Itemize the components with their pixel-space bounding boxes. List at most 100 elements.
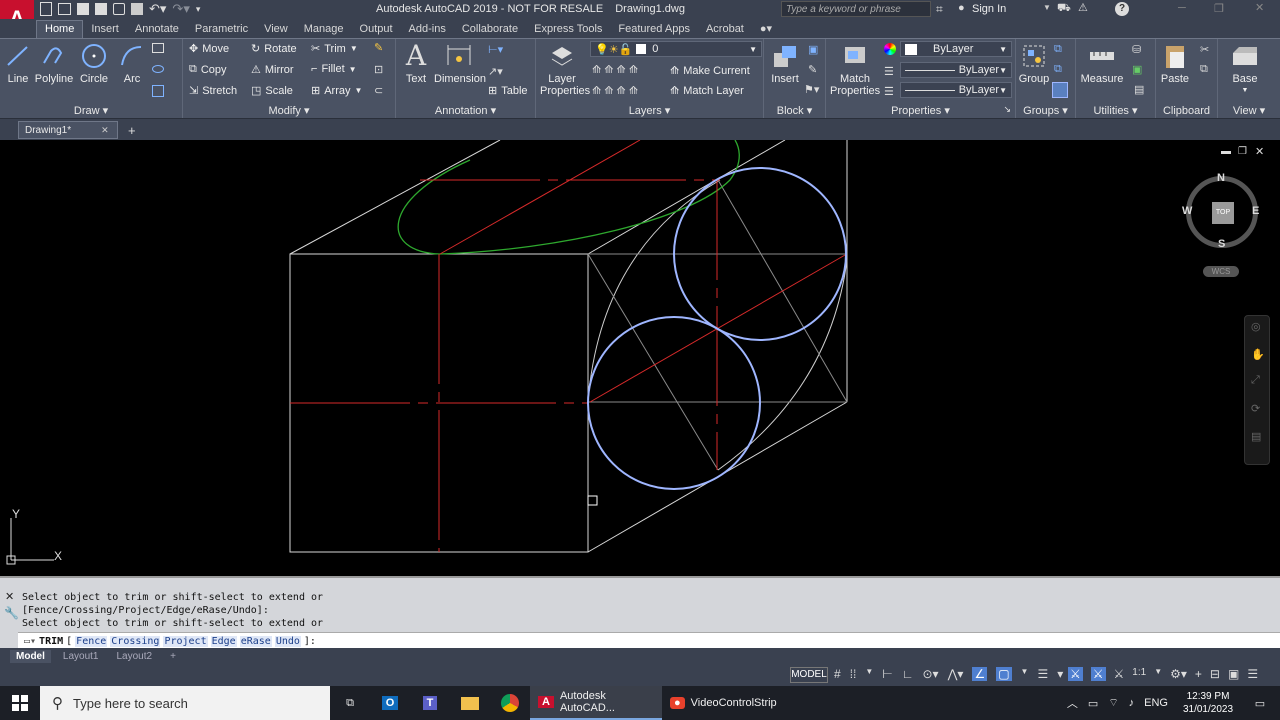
annotation-visibility-icon[interactable]: ⚔ bbox=[1068, 667, 1083, 681]
text-button[interactable]: A Text bbox=[402, 41, 430, 86]
teams-button[interactable]: T bbox=[410, 686, 450, 720]
option-undo[interactable]: Undo bbox=[274, 635, 301, 647]
properties-dialog-launcher-icon[interactable]: ↘ bbox=[1003, 104, 1011, 115]
array-dropdown-icon[interactable]: ▼ bbox=[355, 86, 363, 95]
polyline-button[interactable]: Polyline bbox=[34, 41, 74, 85]
web-icon[interactable] bbox=[113, 3, 125, 15]
draw-panel-title[interactable]: Draw ▾ bbox=[0, 104, 182, 117]
clean-screen-icon[interactable]: ☰ bbox=[1247, 667, 1258, 681]
object-snap-icon[interactable]: ▢ bbox=[996, 667, 1012, 681]
redo-icon[interactable]: ↷▾ bbox=[172, 2, 189, 16]
group-button[interactable]: Group bbox=[1018, 41, 1050, 85]
annotation-scale-dropdown-icon[interactable]: ▼ bbox=[1154, 667, 1162, 681]
user-icon[interactable]: ● bbox=[958, 2, 965, 14]
tab-collaborate[interactable]: Collaborate bbox=[454, 21, 526, 38]
option-fence[interactable]: Fence bbox=[75, 635, 108, 647]
drawing-canvas[interactable]: ▬ ❐ ✕ TOP N S W E WCS ◎ ✋ ⤢ ⟳ ▤ Y X bbox=[0, 140, 1280, 576]
zoom-extents-icon[interactable]: ⤢ bbox=[1251, 374, 1260, 387]
insert-button[interactable]: Insert bbox=[768, 41, 802, 85]
compass-south[interactable]: S bbox=[1218, 238, 1225, 250]
trim-dropdown-icon[interactable]: ▼ bbox=[350, 44, 358, 53]
infer-constraints-icon[interactable]: ⊢ bbox=[882, 667, 892, 681]
annotation-panel-title[interactable]: Annotation ▾ bbox=[396, 104, 535, 117]
sign-in-dropdown-icon[interactable]: ▼ bbox=[1043, 3, 1051, 12]
color-wheel-icon[interactable] bbox=[884, 43, 896, 55]
notifications-button[interactable]: ▭ bbox=[1240, 686, 1280, 720]
dimension-button[interactable]: Dimension bbox=[434, 41, 486, 85]
binoculars-icon[interactable]: ⌗ bbox=[936, 2, 943, 17]
arc-button[interactable]: Arc bbox=[118, 41, 146, 85]
taskbar-autocad[interactable]: A Autodesk AutoCAD... bbox=[530, 686, 662, 720]
leader-icon[interactable]: ↗▾ bbox=[488, 65, 503, 78]
file-explorer-button[interactable] bbox=[450, 686, 490, 720]
rectangle-icon[interactable] bbox=[152, 43, 164, 53]
move-button[interactable]: ✥ Move bbox=[189, 42, 229, 56]
tab-add-ins[interactable]: Add-ins bbox=[401, 21, 454, 38]
task-view-button[interactable]: ⧉ bbox=[330, 686, 370, 720]
restore-window-icon[interactable]: ❐ bbox=[1214, 2, 1224, 15]
layer-properties-button[interactable]: Layer Properties bbox=[540, 41, 590, 97]
match-properties-button[interactable]: Match Properties bbox=[830, 41, 880, 97]
viewport-restore-icon[interactable]: ❐ bbox=[1238, 146, 1247, 157]
lineweight-icon[interactable]: ☰ bbox=[884, 85, 894, 98]
isodraft-icon[interactable]: ⋀▾ bbox=[948, 667, 964, 681]
base-button[interactable]: Base ▼ bbox=[1228, 41, 1262, 97]
tab-output[interactable]: Output bbox=[352, 21, 401, 38]
close-command-icon[interactable]: ✕ bbox=[5, 590, 14, 603]
network-icon[interactable]: ⌔ bbox=[1108, 696, 1118, 710]
tab-layout2[interactable]: Layout2 bbox=[110, 650, 158, 663]
rotate-button[interactable]: ↻ Rotate bbox=[251, 42, 297, 56]
plus-icon[interactable]: + bbox=[1195, 667, 1202, 681]
minimize-window-icon[interactable]: ─ bbox=[1178, 2, 1186, 14]
properties-panel-title[interactable]: Properties ▾ ↘ bbox=[826, 104, 1015, 117]
quick-select-icon[interactable]: ⛁ bbox=[1132, 43, 1141, 56]
measure-button[interactable]: Measure bbox=[1080, 41, 1124, 85]
compass-north[interactable]: N bbox=[1217, 172, 1225, 184]
show-hidden-icons[interactable]: ︿ bbox=[1067, 695, 1078, 711]
start-button[interactable] bbox=[0, 686, 40, 720]
offset-icon[interactable]: ⊂ bbox=[374, 84, 383, 97]
mirror-button[interactable]: ⚠ Mirror bbox=[251, 63, 294, 77]
sign-in-button[interactable]: Sign In bbox=[972, 3, 1006, 15]
help-icon[interactable]: ? bbox=[1115, 2, 1129, 16]
viewport-close-icon[interactable]: ✕ bbox=[1255, 145, 1264, 158]
command-input[interactable]: ▭▾ TRIM [ Fence Crossing Project Edge eR… bbox=[18, 632, 1280, 649]
linetype-dropdown[interactable]: ByLayer ▼ bbox=[900, 62, 1012, 78]
new-tab-icon[interactable]: + bbox=[128, 123, 136, 138]
group-edit-icon[interactable]: ⧉ bbox=[1054, 63, 1062, 76]
tab-model[interactable]: Model bbox=[10, 649, 51, 663]
clock[interactable]: 12:39 PM 31/01/2023 bbox=[1176, 690, 1240, 716]
array-button[interactable]: ⊞ Array ▼ bbox=[311, 84, 363, 98]
autodesk-a360-icon[interactable]: ⚠ bbox=[1078, 1, 1088, 14]
calculator-icon[interactable]: ▤ bbox=[1134, 83, 1144, 96]
undo-icon[interactable]: ↶▾ bbox=[149, 2, 166, 16]
taskbar-videocontrolstrip[interactable]: ● VideoControlStrip bbox=[662, 686, 802, 720]
block-attributes-icon[interactable]: ⚑▾ bbox=[804, 83, 819, 96]
customize-qat-icon[interactable]: ▾ bbox=[196, 2, 201, 16]
tab-annotate[interactable]: Annotate bbox=[127, 21, 187, 38]
view-panel-title[interactable]: View ▾ bbox=[1218, 104, 1280, 117]
lineweight-toggle-icon[interactable]: ☰ bbox=[1037, 667, 1048, 681]
tab-home[interactable]: Home bbox=[36, 20, 84, 38]
option-crossing[interactable]: Crossing bbox=[110, 635, 161, 647]
option-edge[interactable]: Edge bbox=[210, 635, 237, 647]
pan-icon[interactable]: ✋ bbox=[1251, 348, 1265, 361]
paste-button[interactable]: Paste bbox=[1158, 41, 1192, 85]
color-dropdown[interactable]: ByLayer ▼ bbox=[900, 41, 1012, 57]
layer-tools-2-icons[interactable]: ⟰ ⟰ ⟰ ⟰ bbox=[592, 84, 638, 97]
tab-view[interactable]: View bbox=[256, 21, 296, 38]
explode-icon[interactable]: ⊡ bbox=[374, 63, 383, 76]
tab-parametric[interactable]: Parametric bbox=[187, 21, 256, 38]
doc-tab-drawing1[interactable]: Drawing1* ✕ bbox=[18, 121, 118, 139]
auto-scale-icon[interactable]: ⚔ bbox=[1090, 667, 1106, 681]
stretch-button[interactable]: ⇲ Stretch bbox=[189, 84, 237, 98]
layers-panel-title[interactable]: Layers ▾ bbox=[536, 104, 763, 117]
transparency-icon[interactable]: ▾ bbox=[1057, 667, 1063, 681]
gradient-icon[interactable] bbox=[152, 85, 164, 97]
make-current-button[interactable]: ⟰ Make Current bbox=[670, 64, 750, 78]
compass-east[interactable]: E bbox=[1252, 205, 1259, 217]
taskbar-search[interactable]: ⚲ Type here to search bbox=[40, 686, 330, 720]
customize-command-icon[interactable]: 🔧 bbox=[4, 606, 19, 620]
annotation-scale-value[interactable]: 1:1 bbox=[1132, 667, 1146, 681]
tab-insert[interactable]: Insert bbox=[83, 21, 127, 38]
